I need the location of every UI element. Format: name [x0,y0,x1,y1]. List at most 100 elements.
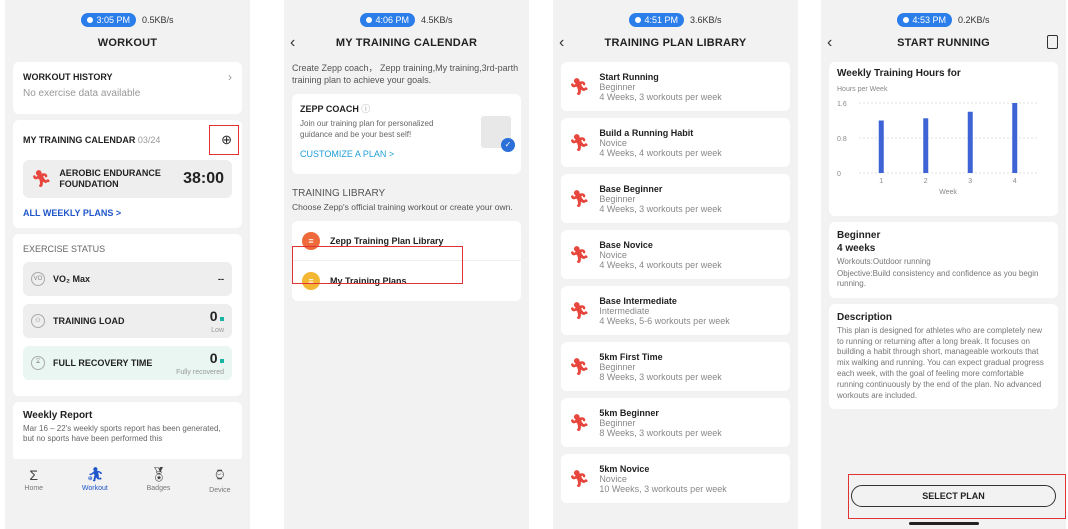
chart-illustration-icon: ✓ [481,116,515,153]
plan-item[interactable]: 🏃︎ Build a Running Habit Novice 4 Weeks, 4 … [561,118,790,167]
plan-level: Novice [599,473,627,484]
description-card: Description This plan is designed for at… [829,303,1058,410]
status-time: 4:51 PM [644,15,678,25]
plan-workouts: Workouts:Outdoor running [837,257,931,266]
bar [878,120,884,173]
training-library-section: TRAINING LIBRARY Choose Zepp's official … [284,180,529,213]
bar [967,111,973,173]
plan-list: 🏃︎ Start Running Beginner 4 Weeks, 3 workou… [553,62,798,503]
plan-item[interactable]: 🏃︎ 5km Novice Novice 10 Weeks, 3 workouts p… [561,454,790,503]
watch-icon: ⌚︎ [212,467,227,483]
plan-name: 5km Novice [599,463,650,474]
chart-title: Weekly Training Hours for [837,68,961,79]
intro-text: Create Zepp coach， Zepp training,My trai… [292,63,519,86]
status-bar: 4:06 PM 4.5KB/s [284,10,529,30]
plan-detail: 4 Weeks, 4 workouts per week [599,259,722,270]
recovery-label: FULL RECOVERY TIME [53,357,153,368]
training-load-value: 0 [209,307,218,324]
x-tick-label: 4 [1013,178,1017,185]
plan-item[interactable]: 🏃︎ Base Beginner Beginner 4 Weeks, 3 workou… [561,174,790,223]
status-time: 4:53 PM [912,15,946,25]
exercise-status-title: EXERCISE STATUS [23,243,106,254]
plan-item[interactable]: 🏃︎ 5km Beginner Beginner 8 Weeks, 3 workout… [561,398,790,447]
runner-icon: 🏃︎ [569,190,590,208]
status-dot-icon [220,358,224,363]
plan-detail: 8 Weeks, 3 workouts per week [599,427,722,438]
calendar-workout-item[interactable]: 🏃︎ AEROBIC ENDURANCE FOUNDATION 38:00 [23,160,232,198]
plan-item[interactable]: 🏃︎ Base Novice Novice 4 Weeks, 4 workouts p… [561,230,790,279]
weekly-report-card[interactable]: Weekly Report Mar 16 – 22's weekly sport… [13,401,242,462]
location-pill: 4:53 PM [897,13,952,27]
location-pill: 4:06 PM [360,13,415,27]
training-calendar-card: MY TRAINING CALENDAR 03/24 ⊕ 🏃︎ AEROBIC … [13,120,242,228]
x-axis-label: Week [939,189,957,196]
bar [1012,103,1018,173]
highlight-select-button [848,474,1066,519]
status-bar: 4:51 PM 3.6KB/s [553,10,798,30]
zepp-coach-card[interactable]: ZEPP COACH ⓘ Join our training plan for … [292,94,521,175]
calendar-date: 03/24 [137,135,161,145]
home-icon: Σ [29,466,39,483]
runner-icon: 🏃︎ [569,414,590,432]
tab-device[interactable]: ⌚︎ Device [209,464,230,494]
highlight-add-button [209,125,239,155]
y-axis-label: Hours per Week [837,86,888,93]
runner-icon: 🏃︎ [31,170,52,188]
coach-text: Join our training plan for personalized … [300,119,434,140]
library-text: Choose Zepp's official training workout … [292,202,513,213]
tab-badges[interactable]: 🏅︎ Badges [147,466,171,492]
tab-workout[interactable]: ⛹︎ Workout [82,466,108,492]
y-tick-label: 0 [837,171,841,178]
runner-icon: 🏃︎ [569,78,590,96]
workout-name: AEROBIC ENDURANCE FOUNDATION [59,168,161,189]
page-title: WORKOUT [97,37,158,49]
plan-item[interactable]: 🏃︎ Start Running Beginner 4 Weeks, 3 workou… [561,62,790,111]
customize-plan-link[interactable]: CUSTOMIZE A PLAN > [300,149,513,159]
workout-history-card[interactable]: WORKOUT HISTORY › No exercise data availa… [13,62,242,114]
page-title: ‹ TRAINING PLAN LIBRARY [559,34,747,52]
recovery-row[interactable]: ⌛︎ FULL RECOVERY TIME 0 Fully recovered [23,345,232,380]
plan-item[interactable]: 🏃︎ 5km First Time Beginner 8 Weeks, 3 worko… [561,342,790,391]
status-info: 0.2KB/s [958,15,990,25]
start-running-screen: 4:53 PM 0.2KB/s ‹ START RUNNING Weekly Tr… [821,0,1066,529]
plan-library-screen: 4:51 PM 3.6KB/s ‹ TRAINING PLAN LIBRARY 🏃… [553,0,798,529]
tab-home[interactable]: Σ Home [24,467,43,492]
back-icon[interactable]: ‹ [290,34,296,52]
plan-name: Base Novice [599,239,653,250]
home-indicator [908,522,979,525]
plan-level: Intermediate [599,305,650,316]
workout-icon: ⛹︎ [85,466,104,482]
recovery-sub: Fully recovered [176,368,224,376]
plan-item[interactable]: 🏃︎ Base Intermediate Intermediate 4 Weeks, … [561,286,790,335]
document-icon[interactable] [1047,35,1058,49]
plan-summary-card: Beginner 4 weeks Workouts:Outdoor runnin… [829,222,1058,298]
back-icon[interactable]: ‹ [559,34,565,52]
bar [923,118,929,173]
plan-level: Beginner [599,417,636,428]
chart-card: Weekly Training Hours for Hours per Week… [829,62,1058,216]
plan-duration: 4 weeks [837,243,876,254]
vo2-max-row[interactable]: VO VO₂ Max -- [23,261,232,296]
all-weekly-plans-link[interactable]: ALL WEEKLY PLANS > [23,208,232,218]
plan-detail: 4 Weeks, 3 workouts per week [599,91,722,102]
vo2-icon: VO [31,271,45,286]
back-icon[interactable]: ‹ [827,34,833,52]
location-pill: 4:51 PM [629,13,684,27]
x-tick-label: 1 [879,178,883,185]
page-title: ‹ START RUNNING [821,30,1066,56]
exercise-status-card: EXERCISE STATUS VO VO₂ Max -- ⚇ TRAINING… [13,233,242,396]
runner-icon: 🏃︎ [569,358,590,376]
plan-level: Beginner [599,193,636,204]
weekly-hours-chart: Hours per Week 0 0.8 1.6 1 2 3 4 Week [837,86,1037,196]
x-tick-label: 2 [924,178,928,185]
history-empty: No exercise data available [23,88,141,99]
status-bar: 3:05 PM 0.5KB/s [5,10,250,30]
plan-detail: 4 Weeks, 5-6 workouts per week [599,315,730,326]
library-item-label: Zepp Training Plan Library [330,235,444,246]
description-title: Description [837,311,893,323]
vo2-value: -- [218,273,224,284]
status-time: 3:05 PM [96,15,130,25]
status-dot-icon [220,316,224,321]
training-load-row[interactable]: ⚇ TRAINING LOAD 0 Low [23,303,232,338]
runner-icon: 🏃︎ [569,246,590,264]
